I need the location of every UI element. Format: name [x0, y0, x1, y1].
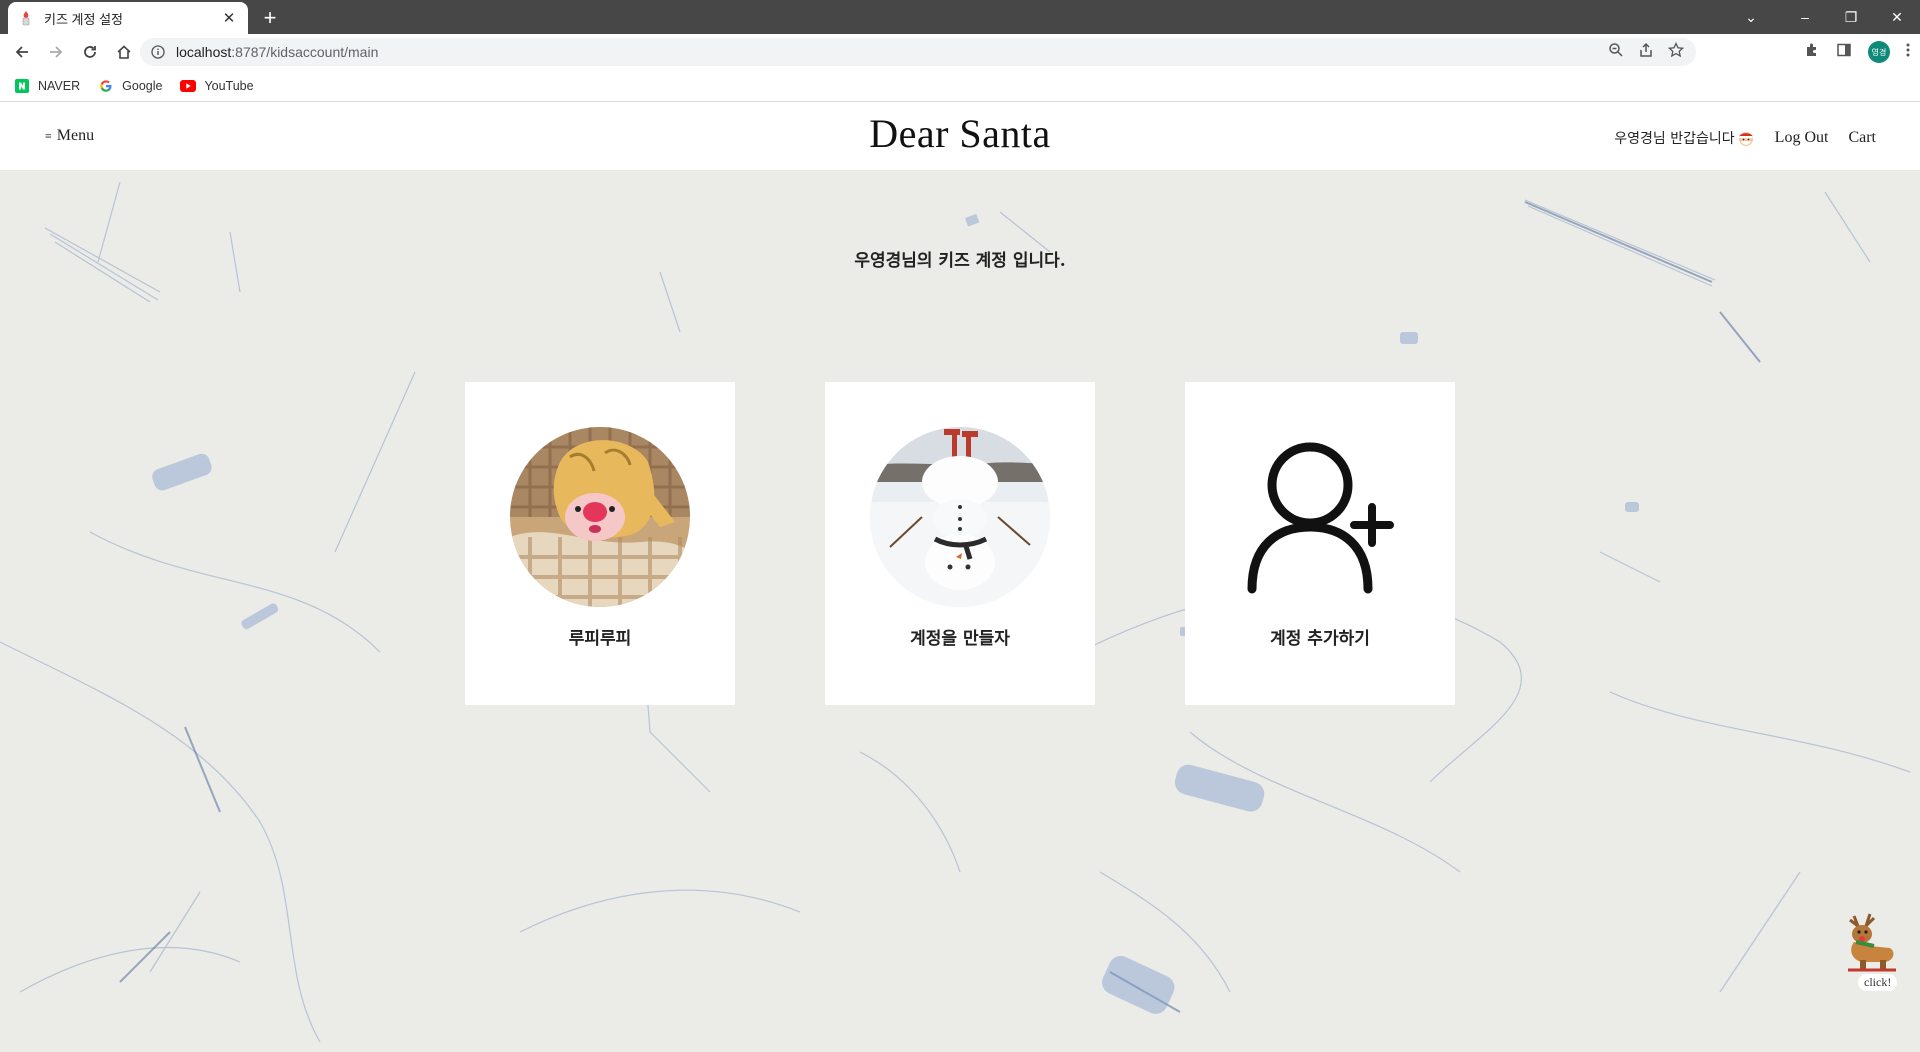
tab-search-icon[interactable]: ⌄	[1736, 0, 1766, 34]
bookmark-naver[interactable]: NAVER	[14, 78, 80, 94]
floating-reindeer-button[interactable]: click!	[1840, 912, 1904, 991]
create-account-card[interactable]: 계정을 만들자	[825, 382, 1095, 705]
browser-tab[interactable]: 키즈 계정 설정 ✕	[8, 2, 248, 34]
tab-close-icon[interactable]: ✕	[220, 9, 238, 27]
bookmark-label: NAVER	[38, 78, 81, 93]
browser-tabstrip: 키즈 계정 설정 ✕ + ⌄ – ❐ ✕	[0, 0, 1920, 34]
bookmark-star-icon[interactable]	[1667, 41, 1685, 63]
zoom-icon[interactable]	[1608, 42, 1624, 63]
card-label: 루피루피	[568, 629, 632, 649]
card-label: 계정을 만들자	[910, 629, 1010, 649]
address-bar[interactable]: localhost:8787/kidsaccount/main	[140, 38, 1696, 66]
candle-favicon-icon	[18, 10, 34, 26]
browser-toolbar: localhost:8787/kidsaccount/main 영경	[0, 34, 1920, 70]
page-heading: 우영경님의 키즈 계정 입니다.	[854, 251, 1066, 271]
url-path: :8787/kidsaccount/main	[231, 44, 379, 60]
side-panel-icon[interactable]	[1836, 42, 1852, 63]
card-label: 계정 추가하기	[1270, 629, 1370, 649]
reindeer-click-label: click!	[1858, 974, 1898, 991]
home-icon[interactable]	[108, 37, 140, 67]
add-account-card[interactable]: 계정 추가하기	[1185, 382, 1455, 705]
new-tab-button[interactable]: +	[258, 6, 282, 30]
bookmark-label: Google	[122, 78, 163, 93]
user-greeting: 우영경님 반갑습니다	[1614, 128, 1754, 148]
loopy-avatar	[510, 427, 690, 607]
window-controls: ⌄ – ❐ ✕	[1736, 0, 1920, 34]
profile-avatar[interactable]: 영경	[1868, 41, 1890, 63]
url-text: localhost:8787/kidsaccount/main	[176, 44, 1608, 60]
cart-link[interactable]: Cart	[1848, 129, 1876, 147]
toolbar-right: 영경	[1804, 38, 1910, 66]
restore-button[interactable]: ❐	[1828, 0, 1874, 34]
site-title[interactable]: Dear Santa	[869, 110, 1051, 157]
snowman-avatar	[870, 427, 1050, 607]
bookmark-google[interactable]: Google	[98, 78, 162, 94]
url-host: localhost	[176, 44, 232, 60]
google-icon	[98, 78, 114, 94]
logout-link[interactable]: Log Out	[1775, 129, 1829, 147]
add-user-icon	[1230, 427, 1410, 607]
youtube-icon	[180, 78, 197, 94]
greeting-text: 우영경님 반갑습니다	[1614, 131, 1735, 147]
bookmarks-bar: NAVER Google YouTube	[0, 70, 1920, 102]
kid-account-card[interactable]: 루피루피	[465, 382, 735, 705]
share-icon[interactable]	[1638, 42, 1654, 63]
extensions-icon[interactable]	[1804, 42, 1820, 63]
site-header: ≡ Menu Dear Santa 우영경님 반갑습니다 Log Out Car…	[0, 102, 1920, 171]
tab-title: 키즈 계정 설정	[44, 11, 123, 27]
reload-icon[interactable]	[74, 37, 106, 67]
omnibox-actions	[1608, 41, 1685, 63]
forward-icon[interactable]	[40, 37, 72, 67]
bookmark-label: YouTube	[204, 78, 254, 93]
minimize-button[interactable]: –	[1782, 0, 1828, 34]
back-icon[interactable]	[6, 37, 38, 67]
reindeer-icon	[1848, 913, 1896, 972]
bookmark-youtube[interactable]: YouTube	[180, 78, 254, 94]
santa-emoji-icon	[1738, 132, 1753, 146]
naver-icon	[14, 78, 30, 94]
close-window-button[interactable]: ✕	[1874, 0, 1920, 34]
more-menu-icon[interactable]	[1906, 42, 1910, 63]
site-info-icon[interactable]	[150, 44, 166, 60]
header-user-nav: 우영경님 반갑습니다 Log Out Cart	[1614, 128, 1876, 148]
